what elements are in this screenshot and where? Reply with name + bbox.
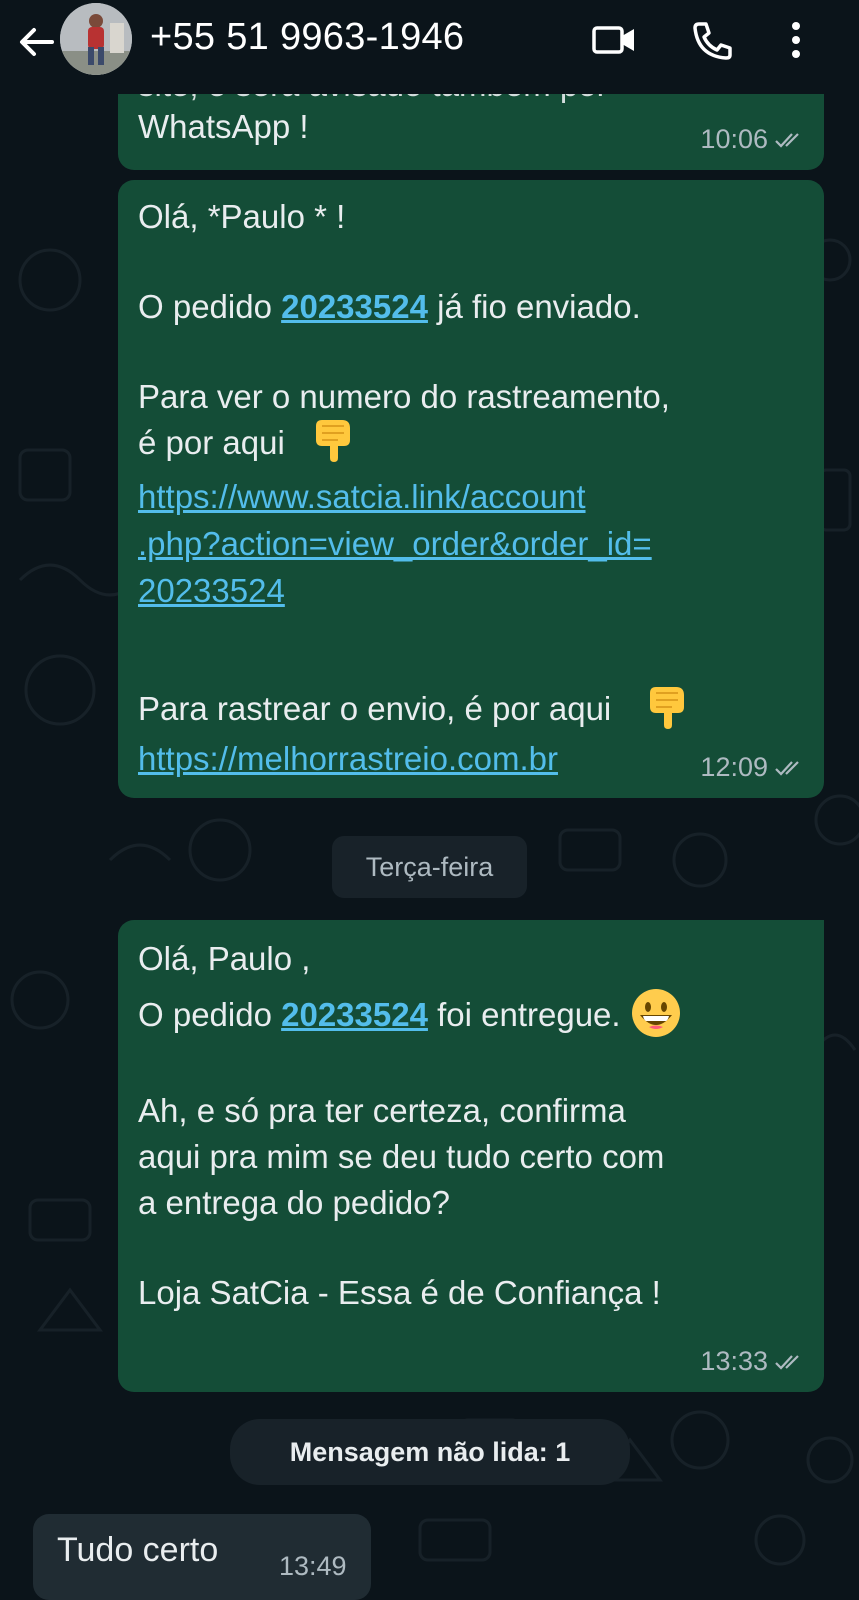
read-ticks-icon [775, 760, 799, 776]
order-link[interactable]: 20233524 [281, 996, 428, 1033]
message-text: Para rastrear o envio, é por aqui [138, 686, 690, 731]
message-text: Tudo certo [57, 1531, 219, 1569]
shipping-link[interactable]: https://melhorrastreio.com.br [138, 736, 558, 781]
message-text: é por aqui [138, 420, 356, 465]
message-text: O pedido 20233524 foi entregue. [138, 989, 682, 1039]
read-ticks-icon [775, 132, 799, 148]
pointing-down-emoji [315, 420, 350, 463]
message-text: Olá, Paulo , [138, 940, 311, 977]
read-ticks-icon [775, 1354, 799, 1370]
message-text: Olá, *Paulo * ! [138, 198, 346, 235]
more-options-icon[interactable] [776, 18, 816, 62]
message-text: O pedido 20233524 já fio enviado. [138, 288, 641, 325]
unread-messages-banner: Mensagem não lida: 1 [230, 1419, 630, 1485]
phone-icon[interactable] [688, 18, 736, 62]
contact-name[interactable]: +55 51 9963-1946 [150, 16, 464, 59]
message-list[interactable]: site, e será avisado também por WhatsApp… [0, 94, 859, 1600]
video-call-icon[interactable] [590, 18, 638, 62]
message-time: 10:06 [700, 124, 768, 154]
order-link[interactable]: 20233524 [281, 288, 428, 325]
message-text: WhatsApp ! [138, 108, 309, 145]
outgoing-message[interactable]: site, e será avisado também por WhatsApp… [118, 94, 824, 170]
tracking-link[interactable]: https://www.satcia.link/account [138, 474, 586, 519]
message-text: aqui pra mim se deu tudo certo com [138, 1138, 665, 1175]
date-separator: Terça-feira [332, 836, 527, 898]
message-time: 12:09 [700, 752, 768, 782]
incoming-message[interactable]: Tudo certo 13:49 [33, 1514, 371, 1600]
message-text: Loja SatCia - Essa é de Confiança ! [138, 1274, 661, 1311]
message-meta: 10:06 [700, 117, 808, 162]
message-time: 13:33 [700, 1346, 768, 1376]
tracking-link[interactable]: .php?action=view_order&order_id= [138, 521, 652, 566]
message-meta: 13:33 [700, 1339, 808, 1384]
tracking-link[interactable]: 20233524 [138, 568, 285, 613]
message-meta: 12:09 [700, 745, 808, 790]
message-text: Ah, e só pra ter certeza, confirma [138, 1092, 626, 1129]
back-arrow-icon[interactable] [16, 22, 56, 62]
contact-avatar[interactable] [60, 3, 132, 75]
chat-header: +55 51 9963-1946 [0, 0, 859, 94]
outgoing-message[interactable]: Olá, Paulo , O pedido 20233524 foi entre… [118, 920, 824, 1392]
message-text: a entrega do pedido? [138, 1184, 450, 1221]
outgoing-message[interactable]: Olá, *Paulo * ! O pedido 20233524 já fio… [118, 180, 824, 798]
pointing-down-emoji [650, 687, 685, 730]
message-time: 13:49 [279, 1551, 347, 1581]
grinning-emoji [631, 989, 680, 1038]
message-text: Para ver o numero do rastreamento, [138, 378, 670, 415]
